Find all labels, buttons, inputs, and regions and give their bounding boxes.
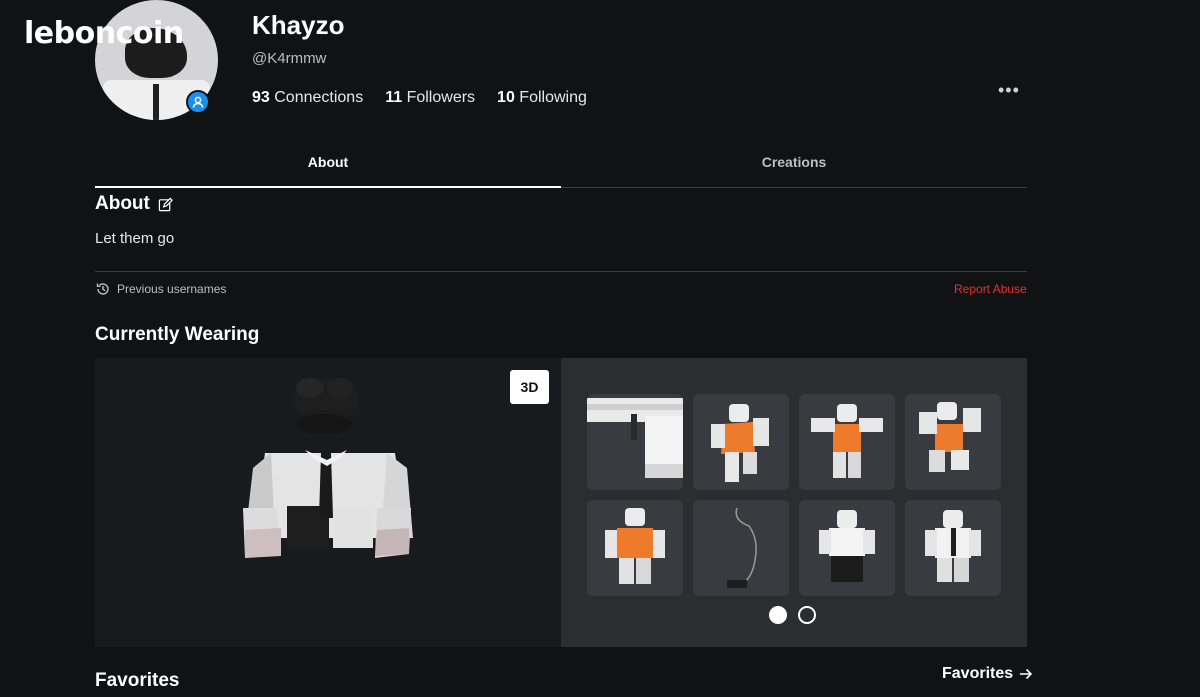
favorites-link-label: Favorites xyxy=(942,665,1014,682)
orange-shirt-pose-icon[interactable] xyxy=(799,394,895,490)
currently-wearing-panel: 3D xyxy=(95,358,1027,647)
edit-icon[interactable] xyxy=(158,197,173,212)
followers-label: Followers xyxy=(406,89,476,106)
connections-label: Connections xyxy=(274,89,364,106)
connections-count: 93 xyxy=(252,89,270,106)
favorites-heading: Favorites xyxy=(95,670,180,691)
white-shirt-tie-icon[interactable] xyxy=(905,500,1001,596)
previous-usernames-label: Previous usernames xyxy=(117,282,227,296)
orange-shirt-jump-icon[interactable] xyxy=(905,394,1001,490)
tab-about[interactable]: About xyxy=(95,145,561,188)
avatar-viewer[interactable]: 3D xyxy=(95,358,561,647)
history-icon xyxy=(96,283,109,295)
arrow-right-icon xyxy=(1020,668,1033,680)
previous-usernames-button[interactable]: Previous usernames xyxy=(95,281,226,297)
item-thumbnails xyxy=(587,394,1001,596)
orange-shirt-idle-icon[interactable] xyxy=(587,500,683,596)
user-badge-icon xyxy=(186,90,210,114)
orange-shirt-animation-icon[interactable] xyxy=(693,394,789,490)
following-link[interactable]: 10 Following xyxy=(497,89,587,107)
avatar-figure xyxy=(243,378,413,558)
followers-link[interactable]: 11 Followers xyxy=(385,89,475,107)
display-name: Khayzo xyxy=(252,10,345,40)
connections-link[interactable]: 93 Connections xyxy=(252,89,363,107)
about-heading: About xyxy=(95,193,173,215)
carousel-dot-1[interactable] xyxy=(769,606,787,624)
shirt-collar-item-icon[interactable] xyxy=(587,394,683,490)
wearing-items-grid xyxy=(561,358,1027,647)
bio-text: Let them go xyxy=(95,230,175,247)
profile-stats: 93 Connections 11 Followers 10 Following xyxy=(252,89,587,107)
divider xyxy=(95,271,1027,272)
more-options-icon[interactable]: ••• xyxy=(998,80,1020,101)
following-count: 10 xyxy=(497,89,515,106)
3d-toggle-button[interactable]: 3D xyxy=(510,370,549,404)
followers-count: 11 xyxy=(385,89,403,106)
about-title: About xyxy=(95,193,150,214)
favorites-link[interactable]: Favorites xyxy=(942,665,1033,683)
carousel-dots xyxy=(769,606,816,624)
profile-tabs: About Creations xyxy=(95,145,1027,188)
avatar-tie xyxy=(153,84,159,120)
following-label: Following xyxy=(519,89,587,106)
currently-wearing-heading: Currently Wearing xyxy=(95,324,260,345)
username-handle: @K4rmmw xyxy=(252,50,327,67)
tab-creations[interactable]: Creations xyxy=(561,145,1027,187)
white-shirt-black-pants-icon[interactable] xyxy=(799,500,895,596)
carousel-dot-2[interactable] xyxy=(798,606,816,624)
necklace-item-icon[interactable] xyxy=(693,500,789,596)
report-abuse-link[interactable]: Report Abuse xyxy=(954,282,1027,296)
leboncoin-watermark: leboncoin xyxy=(24,16,184,51)
